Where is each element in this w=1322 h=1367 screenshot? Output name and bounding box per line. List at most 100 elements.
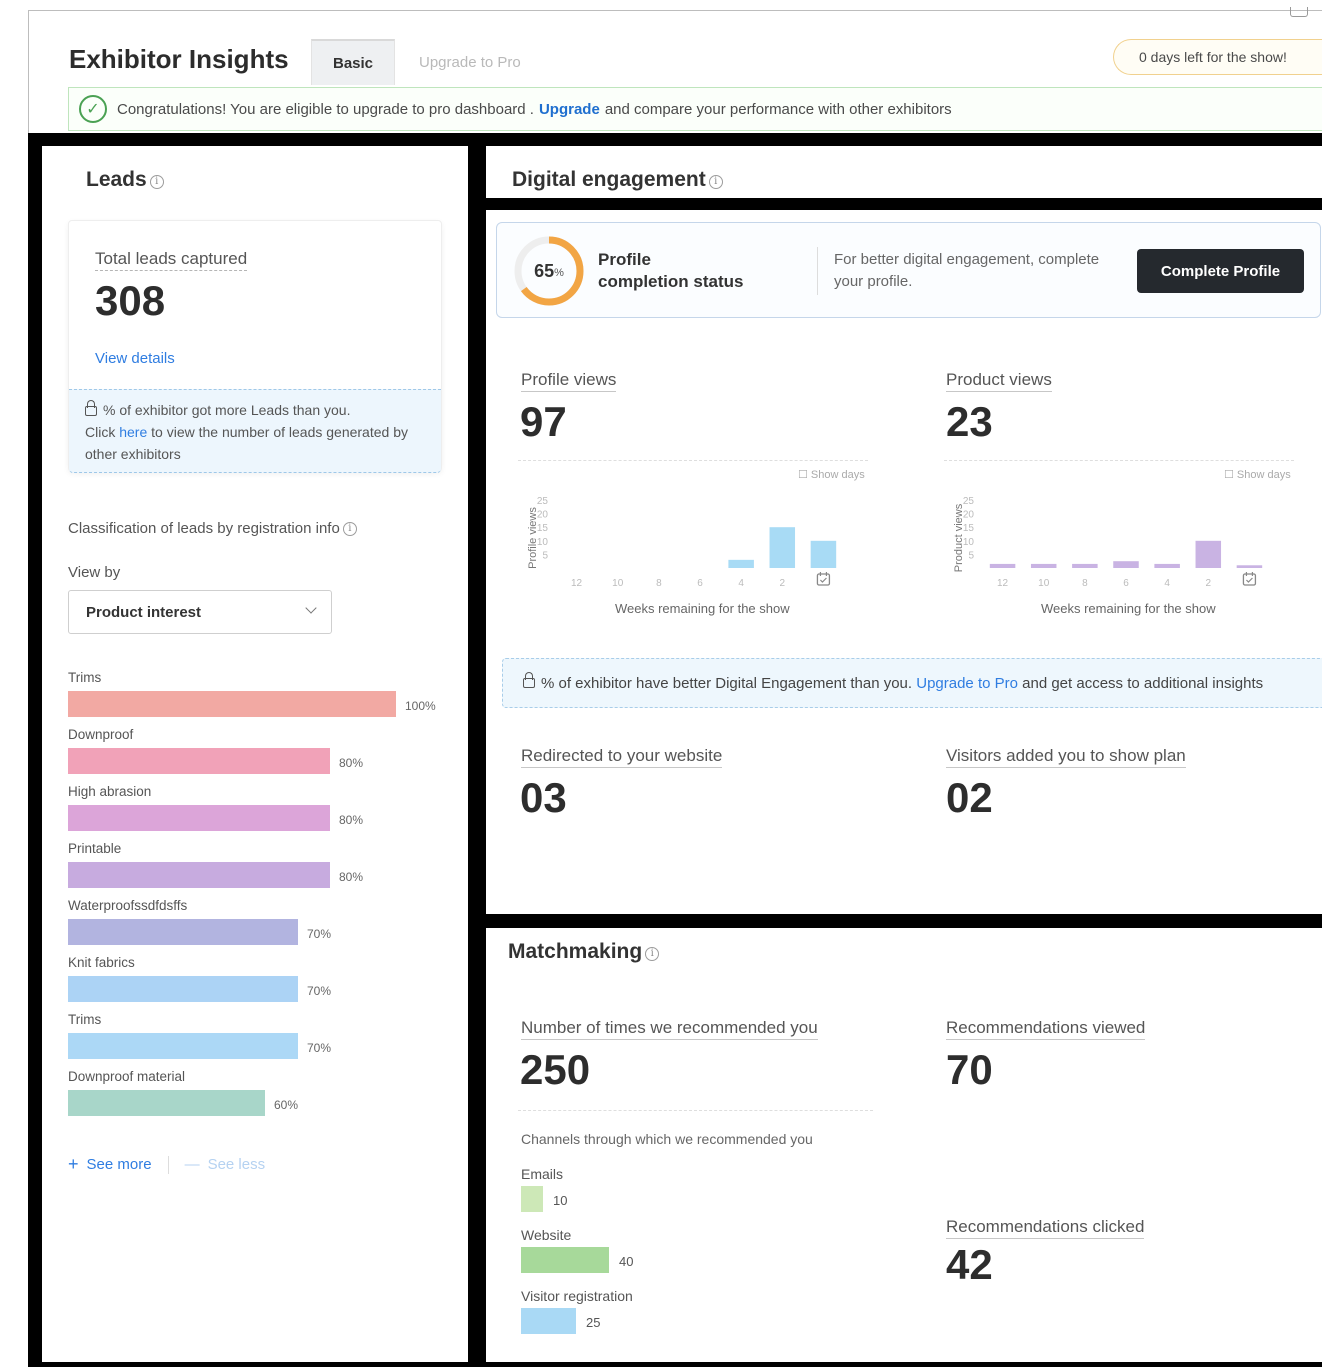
upgrade-eligibility-banner: ✓ Congratulations! You are eligible to u… xyxy=(68,87,1322,131)
x-tick-label: 4 xyxy=(738,578,744,589)
check-circle-icon: ✓ xyxy=(79,95,107,123)
view-by-label: View by xyxy=(68,564,121,581)
channel-label: Emails xyxy=(521,1166,564,1182)
product-views-value: 23 xyxy=(946,398,993,445)
classification-bar-row: Trims 100% xyxy=(68,670,436,717)
info-icon[interactable]: i xyxy=(645,947,660,961)
frame-divider xyxy=(28,1362,1322,1367)
y-tick-label: 15 xyxy=(537,523,549,534)
window-corner-icon[interactable] xyxy=(1290,7,1308,17)
calendar-icon[interactable] xyxy=(1242,572,1257,586)
redirected-label: Redirected to your website xyxy=(521,746,723,768)
bar-fill xyxy=(68,805,330,831)
bar-fill xyxy=(68,976,298,1002)
chart-bar[interactable] xyxy=(1236,565,1263,568)
bar-value: 80% xyxy=(339,756,364,770)
recommended-label: Number of times we recommended you xyxy=(521,1018,818,1040)
digital-upgrade-banner: % of exhibitor have better Digital Engag… xyxy=(502,658,1322,708)
total-leads-label: Total leads captured xyxy=(95,249,248,271)
chart-bar[interactable] xyxy=(1030,563,1057,568)
frame-divider xyxy=(28,133,1322,146)
y-tick-label: 20 xyxy=(537,510,549,521)
bar-track: 70% xyxy=(68,1033,331,1059)
total-leads-card: Total leads captured 308 View details % … xyxy=(68,220,442,473)
digital-engagement-panel: 65% Profile completion status For better… xyxy=(486,210,1322,914)
leads-title: Leads xyxy=(86,168,147,191)
viewed-value: 70 xyxy=(946,1046,993,1093)
classification-heading: Classification of leads by registration … xyxy=(68,520,357,537)
x-tick-label: 6 xyxy=(1123,578,1129,589)
divider xyxy=(817,247,818,295)
chart-bar[interactable] xyxy=(1195,540,1222,568)
profile-views-chart: Profile views 51015202512 10 8 6 4 2 xyxy=(527,496,837,589)
y-tick-label: 25 xyxy=(963,496,975,507)
complete-profile-button[interactable]: Complete Profile xyxy=(1137,249,1304,293)
bar-fill xyxy=(68,1090,265,1116)
profile-pct-unit: % xyxy=(554,267,564,279)
digital-heading: Digital engagement i xyxy=(512,168,723,192)
x-tick-label: 2 xyxy=(1206,578,1212,589)
bar-fill xyxy=(68,748,330,774)
channel-label: Website xyxy=(521,1227,572,1243)
bar-value: 100% xyxy=(405,699,436,713)
upgrade-link[interactable]: Upgrade xyxy=(539,101,600,118)
bar-label: Knit fabrics xyxy=(68,955,135,970)
profile-pct-number: 65 xyxy=(534,260,555,281)
profile-pct-text: 65% xyxy=(513,235,585,307)
see-less-link[interactable]: See less xyxy=(208,1156,266,1173)
info-icon[interactable]: i xyxy=(708,175,723,189)
chart-bar[interactable] xyxy=(810,540,837,568)
plus-icon[interactable]: + xyxy=(68,1154,79,1175)
profile-status-line2: completion status xyxy=(598,272,744,291)
bar-value: 80% xyxy=(339,870,364,884)
banner-text-after: and compare your performance with other … xyxy=(604,100,952,118)
chart-bar[interactable] xyxy=(728,559,754,568)
days-left-badge: 0 days left for the show! xyxy=(1113,39,1322,75)
here-link[interactable]: here xyxy=(119,424,147,440)
chevron-down-icon xyxy=(305,602,317,614)
leads-locked-insight: % of exhibitor got more Leads than you. … xyxy=(69,389,441,473)
lock-click: Click xyxy=(85,424,116,440)
leads-heading: Leads i xyxy=(86,168,164,192)
chart-bar[interactable] xyxy=(769,527,796,568)
divider xyxy=(518,1110,873,1111)
matchmaking-panel: Matchmaking i Number of times we recommen… xyxy=(486,928,1322,1362)
info-icon[interactable]: i xyxy=(149,175,164,189)
tab-upgrade-to-pro[interactable]: Upgrade to Pro xyxy=(419,54,521,71)
page-title: Exhibitor Insights xyxy=(69,44,289,74)
classification-bar-row: Knit fabrics 70% xyxy=(68,955,331,1002)
lock-line1: % of exhibitor got more Leads than you. xyxy=(103,402,351,418)
classification-bar-row: Waterproofssdfdsffs 70% xyxy=(68,898,331,945)
x-tick-label: 8 xyxy=(1082,578,1088,589)
matchmaking-title: Matchmaking xyxy=(508,940,643,963)
total-leads-value: 308 xyxy=(95,277,166,324)
channel-label: Visitor registration xyxy=(521,1288,633,1304)
bar-label: Downproof material xyxy=(68,1069,186,1084)
view-by-select[interactable]: Product interest xyxy=(68,590,332,634)
x-tick-label: 10 xyxy=(1038,578,1050,589)
x-tick-label: 2 xyxy=(780,578,786,589)
chart-bar[interactable] xyxy=(1154,563,1180,568)
x-tick-label: 12 xyxy=(571,578,583,589)
view-details-link[interactable]: View details xyxy=(95,350,175,367)
y-tick-label: 5 xyxy=(542,550,548,561)
profile-hint: For better digital engagement, complete … xyxy=(834,251,1100,290)
classification-bar-row: Printable 80% xyxy=(68,841,363,888)
profile-status-line1: Profile xyxy=(598,250,651,269)
classification-bar-row: Downproof 80% xyxy=(68,727,363,774)
info-icon[interactable]: i xyxy=(342,522,357,536)
bar-label: High abrasion xyxy=(68,784,152,799)
upgrade-to-pro-link[interactable]: Upgrade to Pro xyxy=(916,675,1018,692)
calendar-icon[interactable] xyxy=(816,572,831,586)
product-views-label: Product views xyxy=(946,370,1052,392)
x-tick-label: 10 xyxy=(612,578,624,589)
x-tick-label: 6 xyxy=(697,578,703,589)
bar-fill xyxy=(68,1033,298,1059)
chart-bar[interactable] xyxy=(1113,561,1139,568)
tab-basic[interactable]: Basic xyxy=(311,39,395,85)
chart-bar[interactable] xyxy=(989,563,1016,568)
show-plan-label: Visitors added you to show plan xyxy=(946,746,1186,768)
see-more-link[interactable]: See more xyxy=(87,1156,152,1173)
chart-bar[interactable] xyxy=(1072,563,1098,568)
product-views-x-caption: Weeks remaining for the show xyxy=(1041,601,1216,616)
